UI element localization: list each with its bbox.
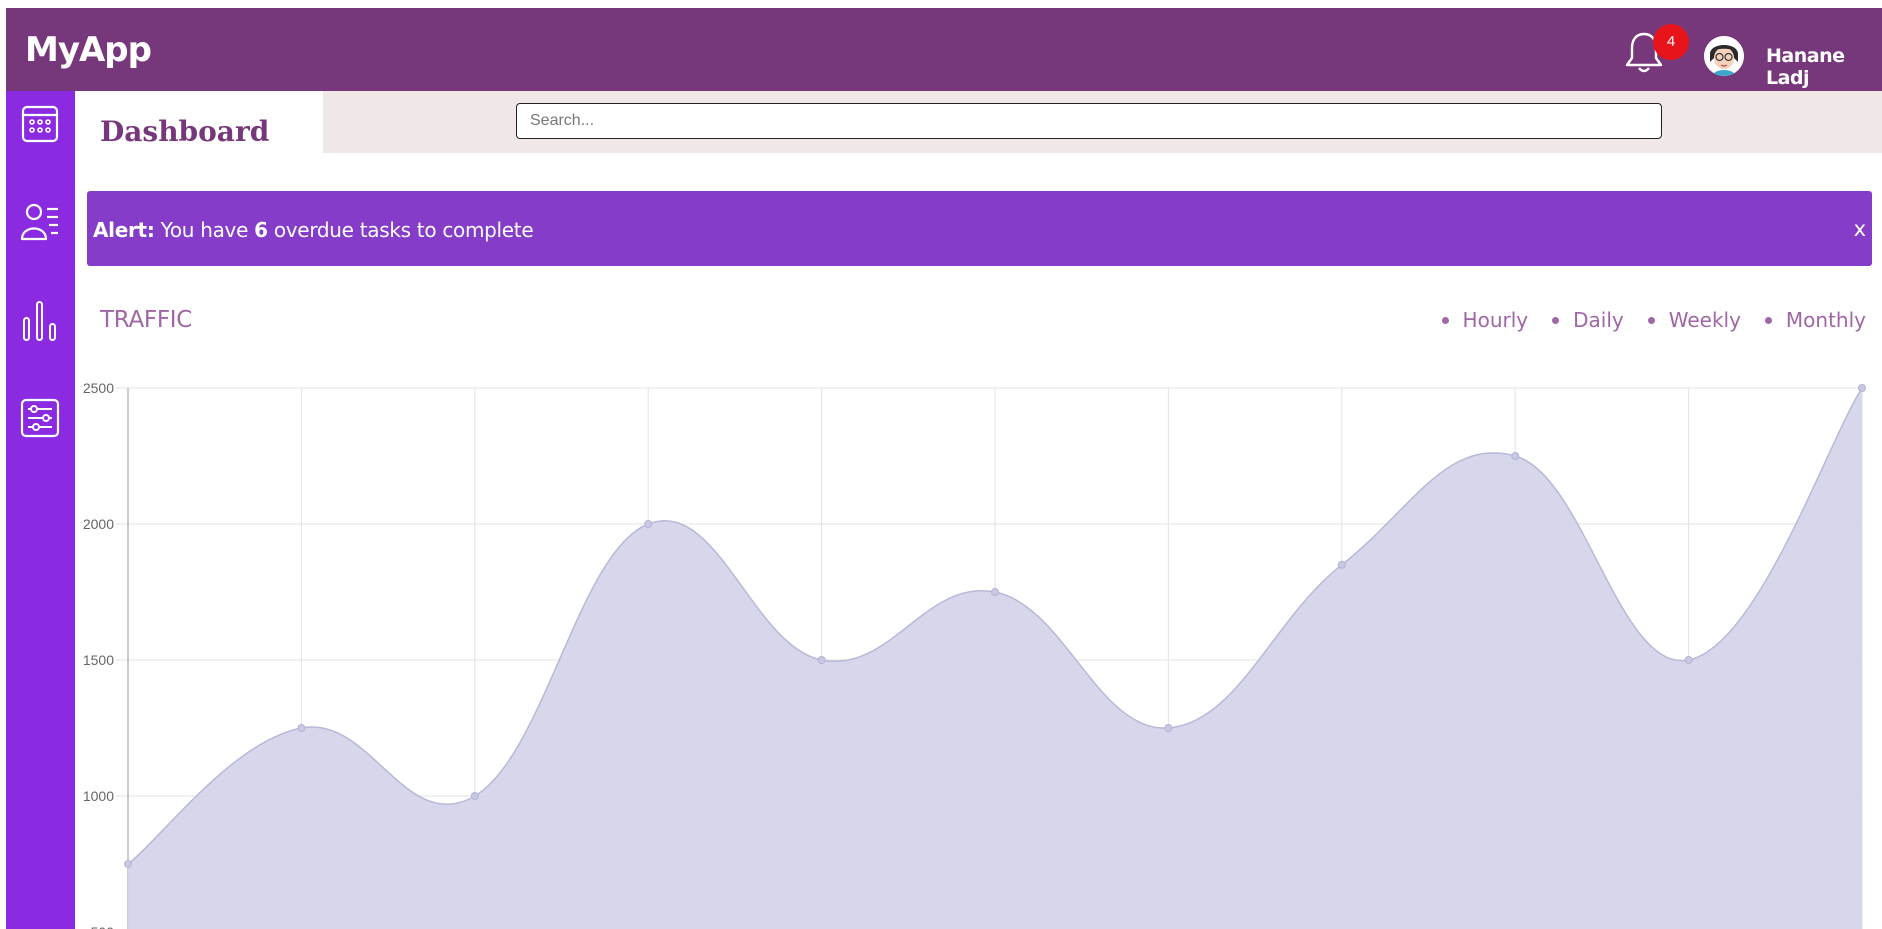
data-point <box>1164 724 1173 732</box>
data-point <box>1511 452 1520 460</box>
y-tick-label: 500 <box>91 924 115 929</box>
alert-label: Alert: <box>93 218 155 242</box>
alert-banner: Alert: You have 6 overdue tasks to compl… <box>87 191 1872 266</box>
y-tick-label: 2500 <box>83 380 114 396</box>
settings-sliders-icon[interactable] <box>19 396 61 440</box>
data-point <box>1858 384 1866 392</box>
data-point <box>470 792 479 800</box>
search-bar <box>323 91 1882 153</box>
alert-message: Alert: You have 6 overdue tasks to compl… <box>93 218 534 242</box>
filter-monthly[interactable]: Monthly <box>1765 308 1866 332</box>
filter-daily[interactable]: Daily <box>1552 308 1624 332</box>
page-title: Dashboard <box>100 115 270 148</box>
chart-bars-icon[interactable] <box>19 298 61 342</box>
avatar-image <box>1704 36 1744 76</box>
alert-close-button[interactable]: x <box>1854 217 1866 241</box>
y-tick-label: 1000 <box>83 788 114 804</box>
top-navigation-bar: MyApp 4 Hanane Ladj <box>6 8 1882 91</box>
data-point <box>1337 560 1346 569</box>
filter-hourly[interactable]: Hourly <box>1442 308 1529 332</box>
notification-badge[interactable]: 4 <box>1653 24 1689 60</box>
search-input[interactable] <box>516 103 1662 139</box>
page-title-area: Dashboard <box>75 91 323 153</box>
data-point <box>817 656 826 664</box>
alert-text-after: overdue tasks to complete <box>267 218 534 242</box>
data-point <box>124 860 132 868</box>
data-point <box>1684 656 1693 664</box>
alert-count: 6 <box>254 218 268 242</box>
traffic-title: TRAFFIC <box>100 307 193 333</box>
traffic-chart: 500 1000 1500 2000 2500 <box>83 380 1866 929</box>
data-point <box>991 588 999 596</box>
data-point <box>644 520 653 528</box>
app-brand[interactable]: MyApp <box>25 30 152 70</box>
members-icon[interactable] <box>19 199 61 243</box>
sidebar <box>6 91 75 929</box>
y-tick-label: 2000 <box>83 516 114 532</box>
avatar[interactable] <box>1704 36 1744 76</box>
filter-weekly[interactable]: Weekly <box>1648 308 1741 332</box>
alert-text-before: You have <box>154 218 255 242</box>
y-tick-label: 1500 <box>83 652 114 668</box>
data-point <box>297 724 306 732</box>
user-name[interactable]: Hanane Ladj <box>1766 45 1882 89</box>
traffic-filter-tabs: Hourly Daily Weekly Monthly <box>1418 308 1866 332</box>
calendar-icon[interactable] <box>19 101 61 145</box>
